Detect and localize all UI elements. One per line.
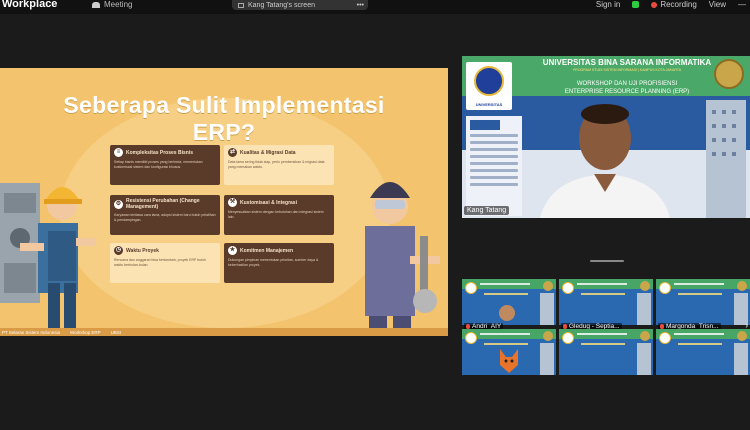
card-title: Komitmen Manajemen (240, 247, 294, 254)
seal-icon (543, 331, 553, 341)
university-name: UNIVERSITAS BINA SARANA INFORMATIKA (542, 58, 712, 67)
participant-tile[interactable] (462, 329, 556, 375)
seal-icon (543, 281, 553, 291)
sponsor-panel (466, 116, 522, 216)
meeting-window: Workplace Meeting Kang Tatang's screen •… (0, 0, 750, 430)
shared-slide: Seberapa Sulit Implementasi ERP? ≡ Kompl… (0, 68, 448, 336)
slide-footer: PT Selaras Sistem Indonesia Workshop ERP… (0, 328, 448, 336)
card-title: Kustomisasi & Integrasi (240, 199, 297, 206)
star-icon: ★ (228, 246, 237, 255)
sponsor-logo (470, 120, 500, 130)
logo-icon (562, 332, 574, 344)
sign-in-link[interactable]: Sign in (596, 0, 620, 9)
minimize-icon[interactable]: — (738, 0, 746, 9)
record-icon (651, 1, 658, 8)
workshop-title: WORKSHOP DAN UJI PROFISIENSI ENTERPRISE … (532, 80, 722, 96)
app-name: Workplace (2, 0, 58, 10)
recording-label: Recording (660, 0, 697, 9)
slide-title-line2: ERP? (192, 119, 256, 145)
active-speaker-video[interactable]: UNIVERSITAS UNIVERSITAS BINA SARANA INFO… (462, 56, 750, 218)
logo-emblem-icon (474, 66, 504, 96)
participant-tile[interactable] (656, 329, 750, 375)
logo-icon (465, 332, 477, 344)
university-logo: UNIVERSITAS (466, 62, 512, 110)
card-description: Data lama sering tidak siap, perlu pembe… (228, 160, 325, 169)
seal-icon (714, 59, 744, 89)
speaker-person (540, 104, 670, 218)
footer-item: UBSI (110, 329, 122, 335)
screen-share-label: Kang Tatang's screen (248, 1, 315, 9)
top-right-tools: Sign in Recording View — (596, 0, 746, 9)
fox-avatar-icon (500, 349, 518, 373)
chevron-right-icon[interactable]: › (745, 321, 748, 330)
logo-label: UNIVERSITAS (475, 102, 503, 107)
card-description: Dukungan pimpinan menentukan prioritas, … (228, 258, 319, 267)
engineer-illustration (0, 183, 96, 328)
participant-tile-andri[interactable]: Andri_AIY (462, 291, 556, 331)
clock-icon: ◷ (114, 246, 123, 255)
card-title: Kualitas & Migrasi Data (240, 149, 296, 156)
card-change-management: ⚙ Resistensi Perubahan (Change Management… (110, 195, 220, 235)
meeting-label: Meeting (104, 0, 133, 9)
gear-icon: ⚙ (114, 199, 123, 209)
card-title: Kompleksitas Proses Bisnis (126, 149, 193, 156)
building-image (706, 100, 746, 218)
participant-tile[interactable] (559, 329, 653, 375)
card-business-complexity: ≡ Kompleksitas Proses Bisnis Setiap bisni… (110, 145, 220, 185)
footer-item: Workshop ERP (69, 329, 101, 335)
logo-icon (659, 332, 671, 344)
seal-icon (737, 331, 747, 341)
card-description: Rencana dan anggaran bisa bertambah, pro… (114, 258, 206, 267)
card-description: Karyawan terbiasa cara lama, adopsi sist… (114, 213, 216, 222)
card-management-commitment: ★ Komitmen Manajemen Dukungan pimpinan me… (224, 243, 334, 283)
shield-icon[interactable] (632, 1, 640, 8)
welder-illustration (365, 182, 440, 336)
top-bar: Workplace Meeting Kang Tatang's screen •… (0, 0, 750, 14)
workshop-line1: WORKSHOP DAN UJI PROFISIENSI (576, 81, 678, 87)
speaker-name-tag: Kang Tatang (464, 206, 510, 215)
university-subtitle: PROGRAM STUDI SISTEM INFORMASI | KAMPUS … (572, 68, 682, 72)
footer-item: PT Selaras Sistem Indonesia (2, 329, 60, 335)
view-button[interactable]: View (709, 0, 726, 9)
list-icon: ≡ (114, 148, 123, 157)
card-project-time: ◷ Waktu Proyek Rencana dan anggaran bisa … (110, 243, 220, 283)
seal-icon (737, 281, 747, 291)
screen-icon (238, 2, 244, 8)
participant-tile-margonda[interactable]: Margonda_Trisn... (656, 291, 750, 331)
more-icon[interactable]: ••• (357, 2, 364, 9)
card-description: Setiap bisnis memiliki proses yang berbe… (114, 160, 203, 169)
seal-icon (640, 331, 650, 341)
participant-tile-gledug[interactable]: Gledug - Septia... (559, 291, 653, 331)
tools-icon: ⚒ (228, 198, 237, 207)
screen-share-indicator[interactable]: Kang Tatang's screen ••• (232, 0, 368, 10)
card-title: Waktu Proyek (126, 247, 159, 254)
participant-gallery: Andri_AIY Gledug - Septia... Margonda_Tr… (462, 279, 750, 375)
card-customization: ⚒ Kustomisasi & Integrasi Menyesuaikan si… (224, 195, 334, 235)
slide-title: Seberapa Sulit Implementasi ERP? (0, 92, 448, 146)
card-description: Menyesuaikan sistem dengan kebutuhan dan… (228, 210, 324, 219)
transfer-icon: ⇄ (228, 148, 237, 157)
card-data-migration: ⇄ Kualitas & Migrasi Data Data lama serin… (224, 145, 334, 185)
card-title: Resistensi Perubahan (Change Management) (126, 198, 200, 210)
recording-indicator[interactable]: Recording (651, 0, 697, 9)
resize-handle[interactable] (590, 260, 624, 262)
meeting-tab[interactable]: Meeting (92, 0, 132, 9)
workshop-line2: ENTERPRISE RESOURCE PLANNING (ERP) (564, 89, 690, 95)
seal-icon (640, 281, 650, 291)
slide-title-line1: Seberapa Sulit Implementasi (63, 92, 385, 118)
meeting-icon (92, 1, 100, 8)
